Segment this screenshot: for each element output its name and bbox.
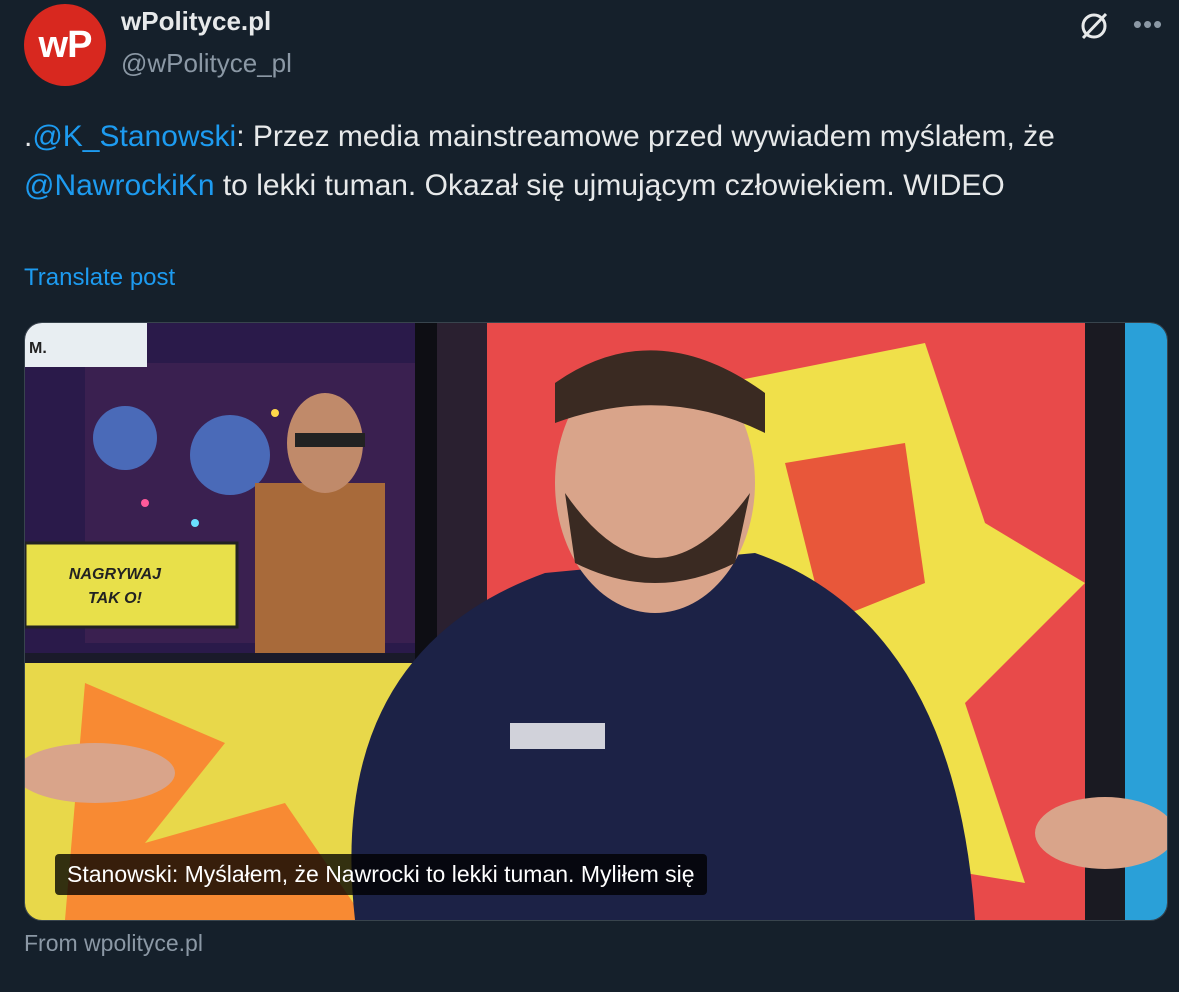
video-thumbnail[interactable]: NAGRYWAJ TAK O! M. Stanowski: Myślałem, … (24, 322, 1168, 921)
sign-text-line1: NAGRYWAJ (69, 566, 162, 583)
source-link[interactable]: From wpolityce.pl (24, 930, 203, 957)
video-frame-illustration: NAGRYWAJ TAK O! M. (25, 323, 1167, 920)
post-text: .@K_Stanowski: Przez media mainstreamowe… (24, 112, 1144, 210)
grok-icon[interactable] (1074, 6, 1114, 46)
sign-text-line2: TAK O! (88, 590, 143, 607)
post-text-part1: : Przez media mainstreamowe przed wywiad… (236, 120, 1055, 153)
video-caption: Stanowski: Myślałem, że Nawrocki to lekk… (55, 854, 707, 895)
author-avatar[interactable]: wP (24, 4, 106, 86)
corner-label: M. (29, 340, 47, 357)
post-text-part2: to lekki tuman. Okazał się ujmującym czł… (214, 169, 1005, 202)
avatar-text: wP (38, 23, 93, 66)
author-handle[interactable]: @wPolityce_pl (121, 48, 292, 79)
translate-post-link[interactable]: Translate post (24, 264, 175, 292)
more-icon[interactable]: ••• (1128, 4, 1168, 44)
author-name[interactable]: wPolityce.pl (121, 6, 271, 37)
mention-stanowski[interactable]: @K_Stanowski (32, 120, 236, 153)
mention-nawrocki[interactable]: @NawrockiKn (24, 169, 215, 202)
